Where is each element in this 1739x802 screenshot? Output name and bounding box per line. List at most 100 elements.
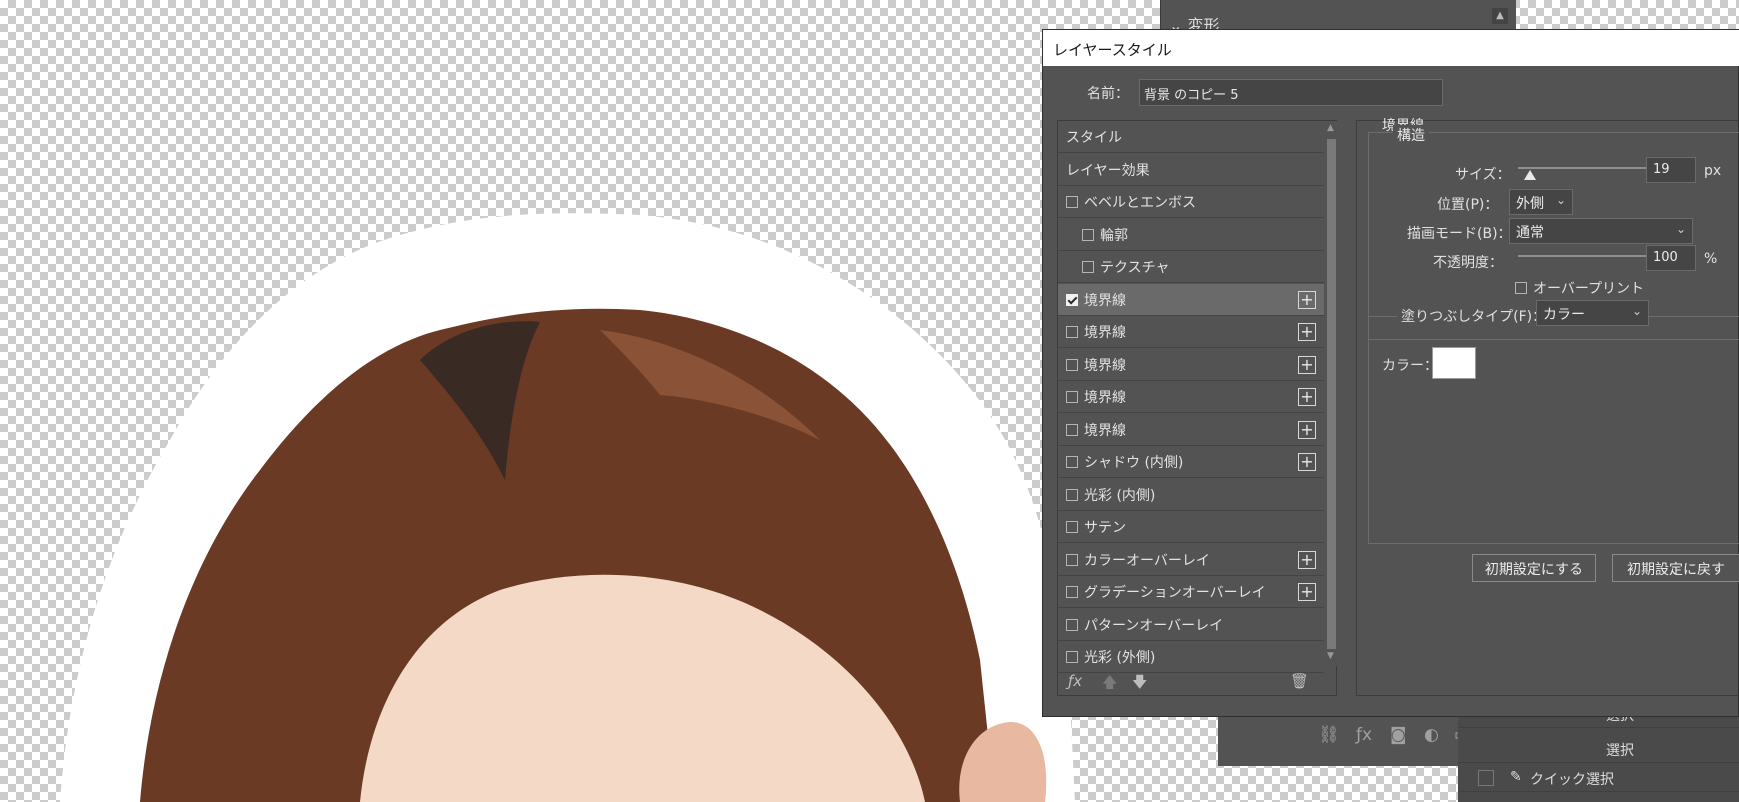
position-label: 位置(P)：	[1437, 197, 1499, 213]
style-item-label: サテン	[1084, 520, 1126, 536]
add-effect-plus-icon[interactable]: +	[1298, 356, 1316, 374]
effect-checkbox[interactable]	[1066, 489, 1078, 501]
color-label: カラー：	[1382, 358, 1438, 374]
fx-icon[interactable]: ƒx	[1356, 725, 1372, 745]
layer-name-input[interactable]: 背景 のコピー 5	[1139, 79, 1443, 106]
add-effect-plus-icon[interactable]: +	[1298, 388, 1316, 406]
opacity-input[interactable]: 100	[1646, 245, 1696, 271]
style-list-item[interactable]: カラーオーバーレイ +	[1058, 544, 1324, 576]
scroll-down-arrow-icon[interactable]: ▼	[1327, 651, 1334, 661]
style-list-scrollbar[interactable]: ▲ ▼	[1326, 121, 1337, 666]
style-list: スタイル レイヤー効果 ベベルとエンボス 輪郭 テクスチャ 境界線 + 境界線 + 境界線 + 境界線…	[1057, 120, 1337, 696]
scrollbar-thumb[interactable]	[1327, 139, 1336, 649]
make-default-button[interactable]: 初期設定にする	[1472, 554, 1596, 582]
history-item[interactable]: ✎ クイック選択	[1458, 764, 1739, 792]
style-list-item[interactable]: 境界線 +	[1058, 316, 1324, 348]
effect-checkbox[interactable]	[1066, 586, 1078, 598]
structure-title: 構造	[1393, 125, 1429, 145]
history-checkbox[interactable]	[1478, 770, 1494, 786]
style-item-label: 光彩 (外側)	[1084, 650, 1156, 666]
style-item-label: 境界線	[1084, 293, 1126, 309]
adjustment-icon[interactable]: ◐	[1424, 725, 1439, 745]
opacity-label: 不透明度：	[1433, 255, 1503, 271]
add-effect-plus-icon[interactable]: +	[1298, 453, 1316, 471]
style-list-item[interactable]: パターンオーバーレイ	[1058, 609, 1324, 641]
effect-checkbox[interactable]	[1066, 196, 1078, 208]
reset-default-button[interactable]: 初期設定に戻す	[1612, 554, 1739, 582]
name-label: 名前：	[1087, 86, 1129, 102]
style-list-item[interactable]: 境界線 +	[1058, 284, 1324, 316]
dialog-title: レイヤースタイル	[1053, 41, 1172, 59]
effect-checkbox[interactable]	[1082, 229, 1094, 241]
add-effect-plus-icon[interactable]: +	[1298, 291, 1316, 309]
add-effect-plus-icon[interactable]: +	[1298, 551, 1316, 569]
add-effect-plus-icon[interactable]: +	[1298, 323, 1316, 341]
style-item-label: パターンオーバーレイ	[1084, 618, 1224, 634]
style-list-item[interactable]: 光彩 (内側)	[1058, 479, 1324, 511]
style-list-item[interactable]: 境界線 +	[1058, 381, 1324, 413]
history-item[interactable]: 選択	[1458, 735, 1739, 763]
effect-checkbox[interactable]	[1066, 424, 1078, 436]
effect-checkbox[interactable]	[1066, 554, 1078, 566]
effect-checkbox[interactable]	[1082, 261, 1094, 273]
stroke-color-swatch[interactable]	[1432, 347, 1476, 379]
effect-checkbox[interactable]	[1066, 391, 1078, 403]
scroll-up-arrow-icon[interactable]: ▲	[1327, 123, 1334, 133]
style-list-item[interactable]: ベベルとエンボス	[1058, 186, 1324, 218]
move-up-icon[interactable]: 🡅	[1102, 672, 1117, 697]
effect-checkbox[interactable]	[1066, 294, 1078, 306]
chevron-down-icon: ⌄	[1631, 304, 1642, 318]
style-list-item[interactable]: 境界線 +	[1058, 349, 1324, 381]
add-effect-plus-icon[interactable]: +	[1298, 583, 1316, 601]
size-unit: px	[1704, 163, 1722, 179]
fill-type-group	[1368, 316, 1739, 544]
move-down-icon[interactable]: 🡇	[1132, 672, 1147, 697]
style-item-label: スタイル	[1066, 130, 1122, 146]
style-item-label: 輪郭	[1100, 228, 1128, 244]
delete-effect-icon[interactable]: 🗑	[1290, 672, 1309, 690]
effect-checkbox[interactable]	[1066, 359, 1078, 371]
style-item-label: グラデーションオーバーレイ	[1084, 585, 1266, 601]
style-list-item[interactable]: 輪郭	[1058, 219, 1324, 251]
fx-menu-icon[interactable]: ƒx	[1068, 672, 1082, 690]
style-list-item[interactable]: テクスチャ	[1058, 251, 1324, 283]
blend-mode-dropdown[interactable]: 通常 ⌄	[1509, 218, 1693, 244]
overprint-label: オーバープリント	[1533, 281, 1645, 297]
dialog-titlebar[interactable]: レイヤースタイル	[1043, 30, 1739, 66]
style-item-label: シャドウ (内側)	[1084, 455, 1184, 471]
style-list-item[interactable]: シャドウ (内側) +	[1058, 446, 1324, 478]
effect-checkbox[interactable]	[1066, 619, 1078, 631]
layer-style-dialog: レイヤースタイル 名前： 背景 のコピー 5 スタイルレイヤー効果ベベルとエンボ…	[1042, 29, 1739, 717]
style-item-label: 境界線	[1084, 390, 1126, 406]
overprint-checkbox[interactable]	[1515, 282, 1527, 294]
style-item-label: カラーオーバーレイ	[1084, 553, 1210, 569]
style-item-label: テクスチャ	[1100, 260, 1170, 276]
fill-type-dropdown[interactable]: カラー ⌄	[1536, 300, 1649, 326]
effect-checkbox[interactable]	[1066, 326, 1078, 338]
scroll-up-icon[interactable]: ▲	[1492, 8, 1508, 24]
mask-icon[interactable]: ◙	[1390, 725, 1407, 745]
chevron-down-icon: ⌄	[1675, 222, 1686, 236]
style-item-label: ベベルとエンボス	[1084, 195, 1196, 211]
chevron-down-icon: ⌄	[1555, 193, 1566, 207]
style-list-item[interactable]: 境界線 +	[1058, 414, 1324, 446]
opacity-unit: %	[1704, 251, 1718, 267]
effect-checkbox[interactable]	[1066, 521, 1078, 533]
style-list-item[interactable]: スタイル	[1058, 121, 1324, 153]
style-item-label: 光彩 (内側)	[1084, 488, 1156, 504]
position-dropdown[interactable]: 外側 ⌄	[1509, 189, 1573, 215]
style-list-item[interactable]: サテン	[1058, 511, 1324, 543]
style-list-item[interactable]: グラデーションオーバーレイ +	[1058, 576, 1324, 608]
style-list-footer: ƒx 🡅 🡇 🗑	[1058, 666, 1336, 696]
style-item-label: 境界線	[1084, 423, 1126, 439]
effect-checkbox[interactable]	[1066, 651, 1078, 663]
blend-mode-label: 描画モード(B)：	[1407, 226, 1512, 242]
fill-type-label: 塗りつぶしタイプ(F)：	[1397, 306, 1551, 326]
link-icon[interactable]: ⛓	[1318, 725, 1340, 745]
size-input[interactable]: 19	[1646, 157, 1696, 183]
add-effect-plus-icon[interactable]: +	[1298, 421, 1316, 439]
style-item-label: レイヤー効果	[1066, 163, 1150, 179]
style-list-item[interactable]: レイヤー効果	[1058, 154, 1324, 186]
effect-checkbox[interactable]	[1066, 456, 1078, 468]
size-slider-thumb[interactable]	[1524, 170, 1537, 180]
